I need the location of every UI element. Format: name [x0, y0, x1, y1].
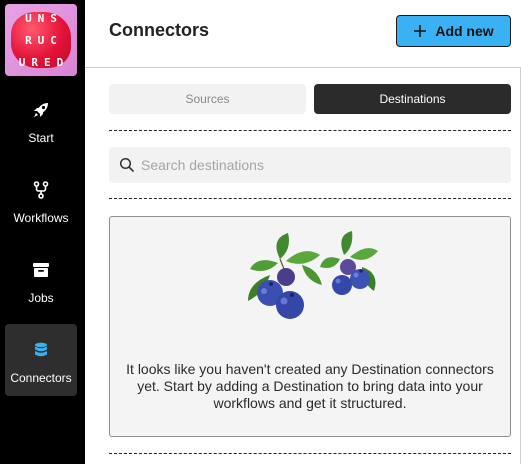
logo-text-line-1: UNS: [25, 12, 63, 25]
page-title: Connectors: [109, 20, 210, 40]
divider: [109, 453, 511, 454]
divider: [109, 130, 511, 131]
empty-state-message: It looks like you haven't created any De…: [126, 361, 494, 411]
sidebar-item-jobs[interactable]: Jobs: [5, 244, 77, 316]
search-bar: [109, 147, 511, 183]
tab-destinations[interactable]: Destinations: [314, 84, 511, 114]
sidebar: UNS RUC URED Start Workflows Jobs Connec…: [0, 0, 85, 464]
sidebar-item-label: Connectors: [10, 371, 72, 385]
logo-text-line-3: URED: [18, 56, 70, 69]
sidebar-item-label: Workflows: [13, 211, 69, 225]
tab-sources[interactable]: Sources: [109, 84, 306, 114]
header-divider: [85, 67, 521, 68]
add-new-label: Add new: [435, 23, 494, 39]
plus-icon: [413, 21, 427, 41]
sidebar-item-workflows[interactable]: Workflows: [5, 164, 77, 236]
archive-box-icon: [5, 260, 77, 280]
database-icon: [5, 340, 77, 360]
search-icon: [119, 157, 135, 173]
blueberries-illustration: [240, 229, 382, 341]
unstructured-logo[interactable]: UNS RUC URED: [5, 4, 77, 76]
rocket-icon: [5, 100, 77, 120]
empty-state-card: It looks like you haven't created any De…: [109, 216, 511, 437]
sidebar-item-label: Jobs: [28, 291, 54, 305]
divider: [109, 198, 511, 199]
logo-text-line-2: RUC: [25, 34, 63, 47]
sidebar-item-connectors[interactable]: Connectors: [5, 324, 77, 396]
sidebar-item-start[interactable]: Start: [5, 84, 77, 156]
add-new-button[interactable]: Add new: [396, 15, 511, 47]
sidebar-item-label: Start: [28, 131, 54, 145]
search-input[interactable]: [141, 147, 501, 183]
workflow-icon: [5, 180, 77, 200]
